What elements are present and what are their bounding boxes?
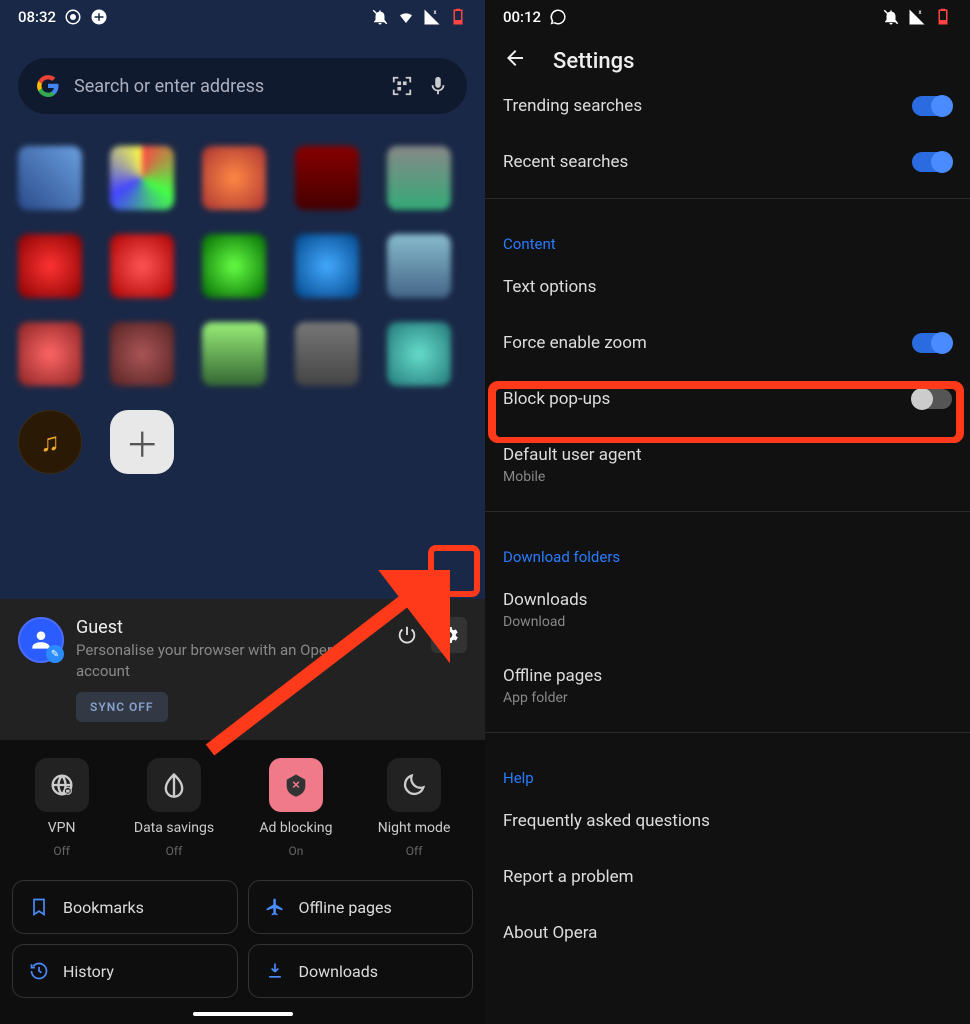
status-time: 08:32: [18, 8, 56, 26]
setting-offline-pages[interactable]: Offline pages App folder: [485, 648, 970, 724]
settings-list[interactable]: Trending searches Recent searches Conten…: [485, 92, 970, 961]
mic-icon[interactable]: [427, 75, 449, 97]
settings-screen: 00:12 x Settings Trending searches Recen…: [485, 0, 970, 1024]
search-input[interactable]: [74, 76, 377, 97]
avatar[interactable]: ✎: [18, 617, 64, 663]
setting-recent-searches[interactable]: Recent searches: [485, 134, 970, 190]
profile-subtitle: Personalise your browser with an Opera a…: [76, 640, 377, 682]
bottom-drawer: ✎ Guest Personalise your browser with an…: [0, 599, 485, 1024]
section-downloads: Download folders: [485, 520, 970, 572]
setting-downloads[interactable]: Downloads Download: [485, 572, 970, 648]
speed-dial-tile[interactable]: [387, 146, 451, 210]
profile-title: Guest: [76, 617, 377, 638]
edit-avatar-icon: ✎: [46, 645, 64, 663]
speed-dial-tile[interactable]: [295, 234, 359, 298]
setting-faq[interactable]: Frequently asked questions: [485, 793, 970, 849]
qr-scan-icon[interactable]: [391, 75, 413, 97]
setting-block-popups[interactable]: Block pop-ups: [485, 371, 970, 427]
back-button[interactable]: [503, 46, 527, 76]
feature-row: VPN Off Data savings Off ✕ Ad blocking O…: [0, 740, 485, 880]
speed-dial-tile[interactable]: [202, 146, 266, 210]
svg-text:✕: ✕: [292, 779, 301, 792]
signal-icon: x: [908, 8, 926, 26]
home-indicator: [193, 1012, 293, 1016]
setting-report[interactable]: Report a problem: [485, 849, 970, 905]
section-content: Content: [485, 207, 970, 259]
speed-dial-tile[interactable]: [18, 322, 82, 386]
battery-low-icon: [934, 8, 952, 26]
sync-badge[interactable]: SYNC OFF: [76, 692, 168, 722]
status-bar: 08:32 x: [0, 0, 485, 34]
toggle-recent[interactable]: [912, 152, 952, 172]
address-search-bar[interactable]: [18, 58, 467, 114]
speed-dial-tile[interactable]: [295, 322, 359, 386]
page-title: Settings: [553, 49, 634, 74]
data-savings-toggle[interactable]: Data savings Off: [134, 758, 214, 858]
add-dial-button[interactable]: ＋: [110, 410, 174, 474]
setting-about[interactable]: About Opera: [485, 905, 970, 961]
speed-dial-grid: ♫ ＋: [0, 122, 485, 474]
svg-text:x: x: [434, 9, 437, 16]
button-grid: Bookmarks Offline pages History Download…: [0, 880, 485, 1012]
speed-dial-tile[interactable]: [202, 322, 266, 386]
firefox-icon: [64, 8, 82, 26]
vpn-toggle[interactable]: VPN Off: [35, 758, 89, 858]
battery-low-icon: [449, 8, 467, 26]
profile-row: ✎ Guest Personalise your browser with an…: [0, 599, 485, 740]
toggle-zoom[interactable]: [912, 333, 952, 353]
speed-dial-tile[interactable]: [387, 322, 451, 386]
google-icon: [90, 8, 108, 26]
speed-dial-tile[interactable]: [295, 146, 359, 210]
section-help: Help: [485, 741, 970, 793]
speed-dial-tile[interactable]: [18, 234, 82, 298]
setting-force-zoom[interactable]: Force enable zoom: [485, 315, 970, 371]
bookmarks-button[interactable]: Bookmarks: [12, 880, 238, 934]
history-button[interactable]: History: [12, 944, 238, 998]
toggle-trending[interactable]: [912, 96, 952, 116]
downloads-button[interactable]: Downloads: [248, 944, 474, 998]
night-mode-toggle[interactable]: Night mode Off: [378, 758, 451, 858]
svg-text:x: x: [919, 9, 922, 16]
settings-header: Settings: [485, 34, 970, 92]
status-bar: 00:12 x: [485, 0, 970, 34]
setting-trending-searches[interactable]: Trending searches: [485, 92, 970, 134]
google-g-icon: [36, 74, 60, 98]
speed-dial-tile[interactable]: [110, 322, 174, 386]
status-time: 00:12: [503, 8, 541, 26]
setting-text-options[interactable]: Text options: [485, 259, 970, 315]
signal-icon: x: [423, 8, 441, 26]
speed-dial-tile[interactable]: [110, 146, 174, 210]
offline-pages-button[interactable]: Offline pages: [248, 880, 474, 934]
wifi-icon: [397, 8, 415, 26]
ad-blocking-toggle[interactable]: ✕ Ad blocking On: [259, 758, 332, 858]
speed-dial-tile[interactable]: [18, 146, 82, 210]
annotation-gear-highlight: [428, 545, 480, 597]
opera-home-screen: 08:32 x ♫ ＋: [0, 0, 485, 1024]
music-dial[interactable]: ♫: [18, 410, 82, 474]
setting-default-ua[interactable]: Default user agent Mobile: [485, 427, 970, 503]
whatsapp-icon: [549, 8, 567, 26]
dnd-icon: [371, 8, 389, 26]
speed-dial-tile[interactable]: [202, 234, 266, 298]
dnd-icon: [882, 8, 900, 26]
power-button[interactable]: [389, 617, 425, 653]
toggle-block-popups[interactable]: [912, 389, 952, 409]
speed-dial-tile[interactable]: [387, 234, 451, 298]
settings-gear-button[interactable]: [431, 617, 467, 653]
speed-dial-tile[interactable]: [110, 234, 174, 298]
